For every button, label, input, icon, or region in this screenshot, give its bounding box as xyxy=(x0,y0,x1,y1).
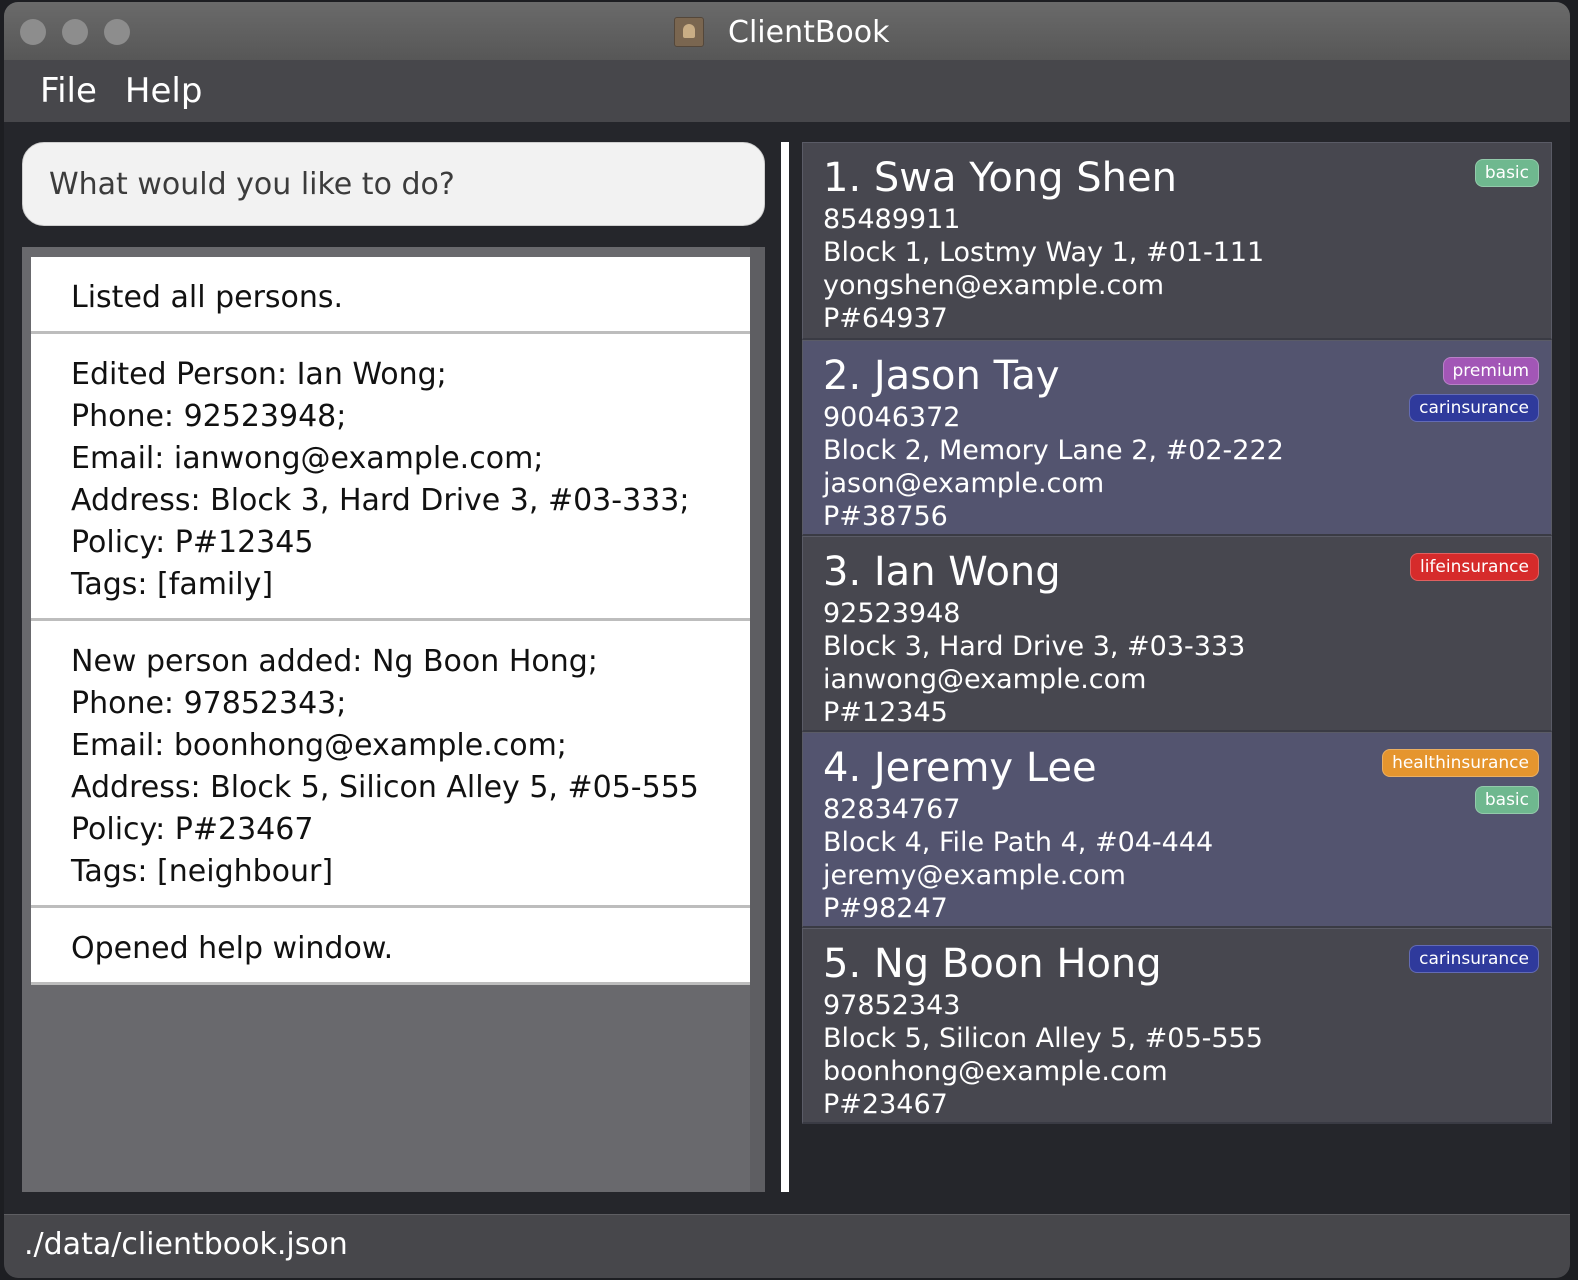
person-email: jeremy@example.com xyxy=(823,860,1126,891)
result-line: Email: ianwong@example.com; xyxy=(71,441,544,476)
tag-list: healthinsurance basic xyxy=(1382,749,1539,823)
menu-file[interactable]: File xyxy=(40,71,97,111)
person-phone: 97852343 xyxy=(823,990,961,1021)
tag-badge: basic xyxy=(1474,786,1539,814)
person-address: Block 5, Silicon Alley 5, #05-555 xyxy=(823,1023,1263,1054)
tag-list: carinsurance xyxy=(1409,945,1539,982)
tag-list: premium carinsurance xyxy=(1409,357,1539,431)
person-card[interactable]: 2. Jason Tay 90046372 Block 2, Memory Lane… xyxy=(802,340,1552,536)
result-line: Phone: 97852343; xyxy=(71,686,347,721)
person-card[interactable]: 1. Swa Yong Shen 85489911 Block 1, Lostmy … xyxy=(802,142,1552,340)
tag-badge: lifeinsurance xyxy=(1409,553,1539,581)
person-email: jason@example.com xyxy=(823,468,1105,499)
tag-badge: basic xyxy=(1474,159,1539,187)
result-line: Policy: P#12345 xyxy=(71,525,314,560)
minimize-window-button[interactable] xyxy=(62,19,88,45)
person-card[interactable]: 3. Ian Wong 92523948 Block 3, Hard Drive 3… xyxy=(802,536,1552,732)
result-line: Policy: P#23467 xyxy=(71,812,314,847)
result-line: New person added: Ng Boon Hong; xyxy=(71,644,598,679)
person-address: Block 2, Memory Lane 2, #02-222 xyxy=(823,435,1284,466)
person-address: Block 4, File Path 4, #04-444 xyxy=(823,827,1214,858)
title-bar: ClientBook xyxy=(4,2,1570,60)
status-bar: ./data/clientbook.json xyxy=(4,1214,1570,1278)
person-email: ianwong@example.com xyxy=(823,664,1147,695)
app-window: ClientBook File Help Listed all persons.… xyxy=(4,2,1570,1278)
tag-list: basic xyxy=(1474,159,1539,196)
person-policy: P#64937 xyxy=(823,303,948,334)
tag-badge: premium xyxy=(1442,357,1539,385)
result-line: Listed all persons. xyxy=(71,280,344,315)
result-line: Opened help window. xyxy=(71,931,394,966)
person-name: 1. Swa Yong Shen xyxy=(823,155,1177,201)
result-message: Listed all persons. xyxy=(31,257,755,334)
result-list: Listed all persons. Edited Person: Ian Wo… xyxy=(31,257,755,985)
command-box xyxy=(22,142,765,226)
person-policy: P#12345 xyxy=(823,697,948,728)
result-line: Address: Block 5, Silicon Alley 5, #05-5… xyxy=(71,770,699,805)
person-email: boonhong@example.com xyxy=(823,1056,1168,1087)
result-message: Opened help window. xyxy=(31,908,755,985)
result-line: Phone: 92523948; xyxy=(71,399,347,434)
person-email: yongshen@example.com xyxy=(823,270,1165,301)
person-policy: P#98247 xyxy=(823,893,948,924)
person-phone: 92523948 xyxy=(823,598,961,629)
menu-bar: File Help xyxy=(4,60,1570,122)
menu-help[interactable]: Help xyxy=(125,71,203,111)
addressbook-app-icon xyxy=(674,17,704,47)
person-policy: P#38756 xyxy=(823,501,948,532)
result-line: Tags: [neighbour] xyxy=(71,854,334,889)
maximize-window-button[interactable] xyxy=(104,19,130,45)
tag-badge: carinsurance xyxy=(1409,394,1539,422)
result-message: Edited Person: Ian Wong; Phone: 92523948;… xyxy=(31,334,755,621)
person-card[interactable]: 4. Jeremy Lee 82834767 Block 4, File Path … xyxy=(802,732,1552,928)
window-title: ClientBook xyxy=(728,14,890,50)
result-scrollbar[interactable] xyxy=(750,247,765,1192)
result-message: New person added: Ng Boon Hong; Phone: 97… xyxy=(31,621,755,908)
command-input[interactable] xyxy=(23,143,764,225)
save-file-path: ./data/clientbook.json xyxy=(24,1227,348,1262)
panel-divider[interactable] xyxy=(781,142,789,1192)
result-line: Address: Block 3, Hard Drive 3, #03-333; xyxy=(71,483,690,518)
tag-list: lifeinsurance xyxy=(1409,553,1539,590)
person-card[interactable]: 5. Ng Boon Hong 97852343 Block 5, Silicon … xyxy=(802,928,1552,1124)
result-line: Edited Person: Ian Wong; xyxy=(71,357,447,392)
close-window-button[interactable] xyxy=(20,19,46,45)
person-phone: 85489911 xyxy=(823,204,961,235)
person-address: Block 1, Lostmy Way 1, #01-111 xyxy=(823,237,1265,268)
result-line: Tags: [family] xyxy=(71,567,274,602)
person-list: 1. Swa Yong Shen 85489911 Block 1, Lostmy … xyxy=(802,142,1552,1124)
person-policy: P#23467 xyxy=(823,1089,948,1120)
tag-badge: carinsurance xyxy=(1409,945,1539,973)
person-address: Block 3, Hard Drive 3, #03-333 xyxy=(823,631,1246,662)
result-display: Listed all persons. Edited Person: Ian Wo… xyxy=(22,247,765,1192)
result-line: Email: boonhong@example.com; xyxy=(71,728,567,763)
tag-badge: healthinsurance xyxy=(1382,749,1539,777)
